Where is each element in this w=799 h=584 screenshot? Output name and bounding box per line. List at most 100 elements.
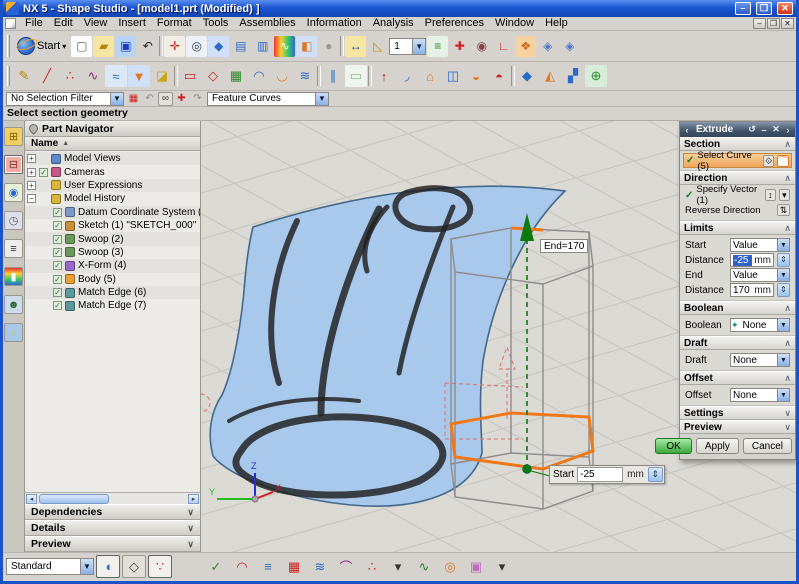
mdi-close-button[interactable]: ✕ xyxy=(781,18,794,29)
sep[interactable] xyxy=(174,66,178,86)
static-wireframe-icon[interactable]: ◇ xyxy=(122,555,146,578)
history-icon[interactable]: ◷ xyxy=(4,211,23,230)
studio-spline-icon[interactable]: ∿ xyxy=(82,65,104,87)
menu-item[interactable]: Information xyxy=(302,17,367,30)
minimize-button[interactable]: – xyxy=(735,2,751,15)
close-button[interactable]: ✕ xyxy=(777,2,793,15)
translucency-icon[interactable]: ◧ xyxy=(296,36,317,57)
four-point-surface-icon[interactable]: ▭ xyxy=(179,65,201,87)
double-sided-icon[interactable]: ◫ xyxy=(442,65,464,87)
trimmed-sheet-icon[interactable]: ▤ xyxy=(230,36,251,57)
shaded-view-icon[interactable]: ◆ xyxy=(208,36,229,57)
vector-dropdown-icon[interactable]: ▾ xyxy=(779,189,790,201)
view-rotate-left-icon[interactable]: ◈ xyxy=(537,36,558,57)
part-navigator-icon[interactable]: ⊟ xyxy=(4,155,23,174)
deselect-curve-icon[interactable]: ↷ xyxy=(190,92,205,106)
boolean-select[interactable]: ✦ None ▼ xyxy=(730,318,790,332)
styled-corner-icon[interactable]: ◞ xyxy=(396,65,418,87)
sphere-display-icon[interactable]: ● xyxy=(318,36,339,57)
tree-item-model-views[interactable]: + Model Views xyxy=(25,152,200,165)
curve-rule-select[interactable]: Feature Curves ▼ xyxy=(207,92,329,106)
copy-display-icon[interactable]: ▣ xyxy=(464,555,488,578)
curvature-comb-icon[interactable]: ∴ xyxy=(360,555,384,578)
toolbar-grip[interactable] xyxy=(7,66,10,87)
sheet-green-icon[interactable]: ∿ xyxy=(412,555,436,578)
view-rotate-right-icon[interactable]: ◈ xyxy=(559,36,580,57)
vector-constructor-icon[interactable]: ↕ xyxy=(765,189,776,201)
snap-grid-icon[interactable]: ▦ xyxy=(126,92,141,106)
measure-distance-icon[interactable]: ↔ xyxy=(345,36,366,57)
snap-point-icon[interactable]: ◉ xyxy=(471,36,492,57)
settings-group-header[interactable]: Settings∨ xyxy=(680,406,795,420)
tree-item-body[interactable]: ✓ Body (5) xyxy=(25,273,200,286)
trim-sheet-icon[interactable]: ◭ xyxy=(539,65,561,87)
roles-icon[interactable]: ☻ xyxy=(4,295,23,314)
offset-surface-icon[interactable]: ↑ xyxy=(373,65,395,87)
menu-item[interactable]: File xyxy=(20,17,48,30)
selection-filter-select[interactable]: No Selection Filter ▼ xyxy=(6,92,124,106)
refit-view-icon[interactable]: ◎ xyxy=(438,555,462,578)
selection-filter-dropdown-arrow-icon[interactable]: ▼ xyxy=(110,93,123,105)
name-column-header[interactable]: Name ▲ xyxy=(25,137,200,151)
reflection-lines-icon[interactable]: ≡ xyxy=(256,555,280,578)
dialog-rail-right-icon[interactable]: › xyxy=(783,125,793,135)
work-layer-select[interactable]: 1 ▼ xyxy=(389,38,426,55)
section-preview[interactable]: Preview ∨ xyxy=(25,536,200,552)
end-distance-label[interactable]: End=170 xyxy=(540,239,588,253)
tree-item-cameras[interactable]: + ✓ Cameras xyxy=(25,165,200,178)
ruled-surface-icon[interactable]: ▦ xyxy=(225,65,247,87)
draft-group-header[interactable]: Draft∧ xyxy=(680,336,795,350)
fit-curve-icon[interactable]: ∴ xyxy=(59,65,81,87)
comb-dropdown-icon[interactable]: ▾ xyxy=(386,555,410,578)
image-gallery-icon[interactable]: ☼ xyxy=(4,323,23,342)
tree-item-x-form[interactable]: ✓ X-Form (4) xyxy=(25,259,200,272)
mdi-minimize-button[interactable]: – xyxy=(753,18,766,29)
tree-item-swoop-3[interactable]: ✓ Swoop (3) xyxy=(25,246,200,259)
extrude-dialog-titlebar[interactable]: ‹ Extrude ↺ – ✕ › xyxy=(680,122,795,137)
toolbar-grip[interactable] xyxy=(7,35,10,57)
spine-curve-icon[interactable]: ⌒ xyxy=(334,555,358,578)
offset-select[interactable]: None ▼ xyxy=(730,388,790,402)
menu-item[interactable]: Edit xyxy=(49,17,78,30)
scrollbar-thumb[interactable] xyxy=(39,494,109,504)
sep[interactable] xyxy=(511,66,515,86)
swoop-surface[interactable] xyxy=(210,186,565,506)
scene-dialog-icon[interactable]: ∞ xyxy=(158,92,173,106)
web-browser-icon[interactable]: ◉ xyxy=(4,183,23,202)
point-constructor-icon[interactable]: ✚ xyxy=(449,36,470,57)
sep[interactable] xyxy=(368,66,372,86)
curve-picker-icon[interactable]: ⌒ xyxy=(777,155,789,167)
section-analysis-icon[interactable]: ✓ xyxy=(204,555,228,578)
boolean-group-header[interactable]: Boolean∧ xyxy=(680,301,795,315)
limits-group-header[interactable]: Limits∧ xyxy=(680,221,795,235)
overflow-icon[interactable]: ◒ xyxy=(465,65,487,87)
preview-group-header[interactable]: Preview∨ xyxy=(680,420,795,434)
menu-item[interactable]: Preferences xyxy=(420,17,489,30)
menu-item[interactable]: Format xyxy=(152,17,197,30)
sketch-icon[interactable]: ✎ xyxy=(13,65,35,87)
sep[interactable] xyxy=(159,36,163,56)
ok-button[interactable]: OK xyxy=(655,438,691,454)
view-style-dropdown-arrow-icon[interactable]: ▼ xyxy=(80,559,93,574)
start-distance-field[interactable]: -25 mm xyxy=(730,253,774,267)
tree-item-swoop-2[interactable]: ✓ Swoop (2) xyxy=(25,232,200,245)
direction-group-header[interactable]: Direction∧ xyxy=(680,171,795,185)
draft-select[interactable]: None ▼ xyxy=(730,353,790,367)
cancel-button[interactable]: Cancel xyxy=(743,438,792,454)
tree-item-model-history[interactable]: − Model History xyxy=(25,192,200,205)
draft-analysis-icon[interactable]: ◠ xyxy=(230,555,254,578)
start-menu-button[interactable]: Start ▾ xyxy=(13,34,70,58)
unite-icon[interactable]: ⊕ xyxy=(585,65,607,87)
undo-icon[interactable]: ↶ xyxy=(137,36,158,57)
restore-button[interactable]: ❐ xyxy=(756,2,772,15)
surface-flow-icon[interactable]: ≋ xyxy=(308,555,332,578)
start-limit-select[interactable]: Value ▼ xyxy=(730,238,790,252)
dialog-rail-left-icon[interactable]: ‹ xyxy=(682,125,692,135)
tube-icon[interactable]: ∥ xyxy=(322,65,344,87)
dialog-close-icon[interactable]: ✕ xyxy=(771,124,781,135)
assembly-navigator-icon[interactable]: ⊞ xyxy=(4,127,23,146)
through-curves-icon[interactable]: ◠ xyxy=(248,65,270,87)
visualization-icon[interactable]: ▮ xyxy=(4,267,23,286)
section-surface-icon[interactable]: ▼ xyxy=(128,65,150,87)
save-icon[interactable]: ▣ xyxy=(115,36,136,57)
